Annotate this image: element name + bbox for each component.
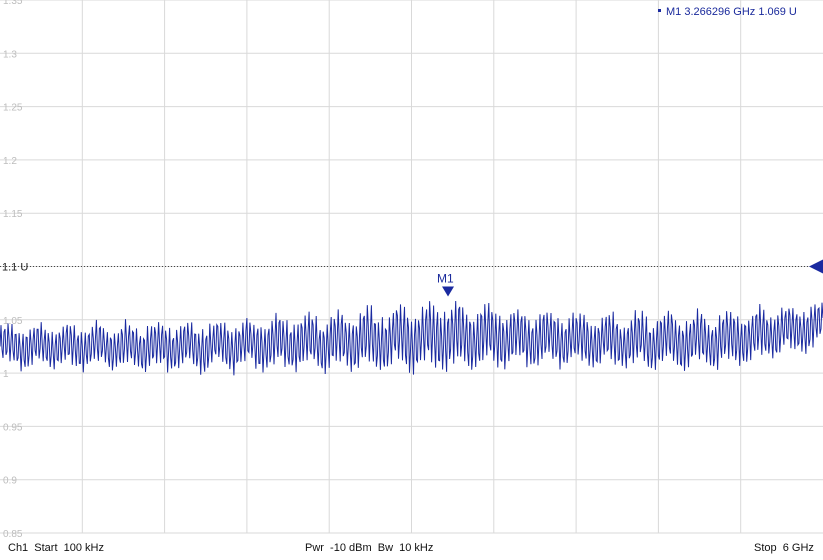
marker-readout-bullet-icon	[658, 9, 661, 12]
stop-frequency: Stop 6 GHz	[754, 542, 814, 554]
y-tick-label: 1.25	[3, 103, 23, 114]
y-tick-label: 1.15	[3, 209, 23, 220]
y-tick-label: 0.9	[3, 476, 17, 487]
y-tick-label: 1	[3, 369, 9, 380]
reference-arrow-icon[interactable]	[809, 259, 823, 274]
y-tick-label: 1.05	[3, 316, 23, 327]
marker-label[interactable]: M1	[437, 272, 454, 286]
marker-triangle-icon[interactable]	[442, 286, 455, 297]
marker-readout: M1 3.266296 GHz 1.069 U	[666, 6, 797, 18]
start-frequency: Ch1 Start 100 kHz	[8, 542, 104, 554]
status-bar: Ch1 Start 100 kHz Pwr -10 dBm Bw 10 kHz …	[0, 538, 823, 560]
reference-line-label: 1.1 U	[2, 262, 28, 274]
trace-plot: 1.351.31.251.21.151.0510.950.90.85 1.1 U…	[0, 0, 823, 540]
y-tick-label: 1.3	[3, 49, 17, 60]
y-tick-label: 1.35	[3, 0, 23, 7]
y-tick-label: 0.95	[3, 422, 23, 433]
power-bandwidth: Pwr -10 dBm Bw 10 kHz	[305, 542, 434, 554]
y-tick-label: 1.2	[3, 156, 17, 167]
